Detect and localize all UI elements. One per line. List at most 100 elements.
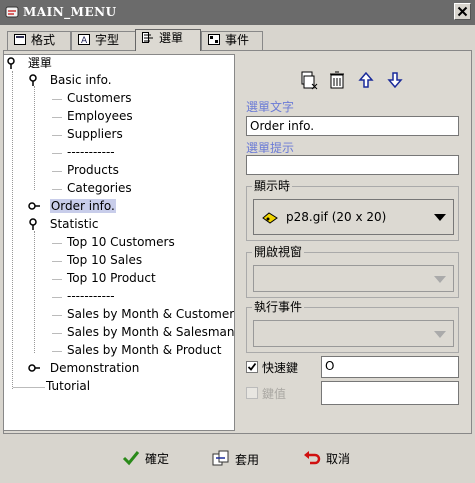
tree-item-label: Products (67, 163, 119, 177)
tree-connector (52, 117, 62, 118)
tree-item-statistic[interactable]: Statistic (28, 216, 98, 233)
tree-item-label: Sales by Month & Product (67, 343, 222, 357)
tree-item-top10-sales[interactable]: Top 10 Sales (67, 252, 142, 269)
tree-root-label: 選單 (27, 56, 52, 70)
collapsed-handle-icon (28, 202, 40, 210)
ok-label: 確定 (145, 452, 170, 466)
window-title: MAIN_MENU (23, 5, 117, 19)
tree-root[interactable]: 選單 (6, 55, 52, 72)
tree-connector (52, 243, 62, 244)
display-group-label: 顯示時 (252, 179, 293, 193)
tree-item-separator[interactable]: ----------- (67, 144, 115, 161)
tree-item-top10-product[interactable]: Top 10 Product (67, 270, 156, 287)
tree-item-label: Top 10 Customers (67, 235, 175, 249)
tree-item-suppliers[interactable]: Suppliers (67, 126, 123, 143)
exec-event-group: 執行事件 (246, 300, 459, 353)
key-value-checkbox[interactable] (246, 387, 258, 399)
tree-item-separator[interactable]: ----------- (67, 288, 115, 305)
tree-item-order-info[interactable]: Order info. (28, 198, 116, 215)
checkmark-icon (122, 451, 140, 466)
tree-item-basic-info[interactable]: Basic info. (28, 72, 112, 89)
tab-event[interactable]: 事件 (201, 31, 263, 50)
tree-connector (52, 261, 62, 262)
image-file-icon (262, 212, 278, 224)
apply-label: 套用 (235, 453, 260, 467)
tab-format-label: 格式 (31, 33, 56, 47)
tree-item-label: Customers (67, 91, 132, 105)
tree-connector (52, 99, 62, 100)
menu-text-field[interactable]: Order info. (246, 116, 459, 136)
tree-item-tutorial[interactable]: Tutorial (46, 378, 90, 395)
tree-connector (52, 315, 62, 316)
tab-menu[interactable]: 選單 (135, 29, 201, 51)
key-value-field[interactable] (321, 381, 459, 405)
tree-item-label: Top 10 Sales (67, 253, 143, 267)
apply-button[interactable]: 套用 (212, 449, 259, 469)
dropdown-arrow-icon (434, 330, 446, 338)
tree-item-customers[interactable]: Customers (67, 90, 132, 107)
checkmark-icon (247, 362, 257, 371)
collapsed-handle-icon (28, 364, 40, 372)
shortcut-checkbox[interactable] (246, 361, 258, 373)
display-image-select[interactable]: p28.gif (20 x 20) (253, 199, 454, 235)
menu-hint-label: 選單提示 (246, 141, 295, 155)
tab-event-label: 事件 (225, 33, 250, 47)
expanded-handle-icon (29, 218, 37, 230)
tree-item-employees[interactable]: Employees (67, 108, 133, 125)
format-icon (14, 34, 26, 45)
app-icon (5, 6, 19, 18)
tree-item-label: Order info. (49, 199, 116, 213)
tree-guide-line (34, 86, 35, 190)
tree-item-products[interactable]: Products (67, 162, 119, 179)
menu-tree[interactable]: 選單 Basic info. Customers Employees Suppl… (3, 54, 235, 431)
open-window-select[interactable] (253, 265, 454, 292)
tree-item-sales-month-product[interactable]: Sales by Month & Product (67, 342, 221, 359)
tree-item-top10-customers[interactable]: Top 10 Customers (67, 234, 175, 251)
tree-connector (52, 351, 62, 352)
apply-icon (212, 450, 229, 466)
display-image-value: p28.gif (20 x 20) (286, 210, 387, 224)
exec-event-select[interactable] (253, 320, 454, 347)
expanded-handle-icon (7, 57, 15, 69)
move-down-icon[interactable] (385, 70, 405, 90)
tab-font[interactable]: A 字型 (71, 31, 136, 50)
tree-connector (52, 171, 62, 172)
tab-menu-label: 選單 (159, 31, 184, 45)
tree-guide-line (34, 231, 35, 353)
move-up-icon[interactable] (356, 70, 376, 90)
tree-item-label: Sales by Month & Customer (67, 307, 235, 321)
event-icon (208, 34, 220, 45)
tab-font-label: 字型 (95, 33, 120, 47)
font-icon: A (78, 34, 90, 45)
delete-icon[interactable] (327, 70, 347, 90)
tree-item-label: Tutorial (46, 379, 91, 393)
undo-arrow-icon (304, 451, 321, 465)
tree-item-label: Suppliers (67, 127, 123, 141)
open-window-group: 開啟視窗 (246, 245, 459, 298)
cancel-label: 取消 (326, 452, 351, 466)
menu-text-label: 選單文字 (246, 100, 295, 114)
tree-item-label: Top 10 Product (67, 271, 156, 285)
tree-connector (13, 387, 45, 388)
display-group: 顯示時 p28.gif (20 x 20) (246, 179, 459, 241)
menu-hint-field[interactable] (246, 155, 459, 175)
tab-format[interactable]: 格式 (7, 31, 71, 50)
dropdown-arrow-icon (434, 214, 446, 221)
dropdown-arrow-icon (434, 275, 446, 283)
add-item-icon[interactable] (299, 70, 319, 90)
tree-item-demonstration[interactable]: Demonstration (28, 360, 139, 377)
tree-item-sales-month-salesman[interactable]: Sales by Month & Salesman (67, 324, 234, 341)
tree-item-label: Categories (67, 181, 132, 195)
shortcut-field[interactable]: O (321, 356, 459, 378)
tree-connector (52, 189, 62, 190)
expanded-handle-icon (29, 74, 37, 86)
close-button[interactable] (454, 3, 471, 20)
title-bar: MAIN_MENU (0, 0, 475, 25)
ok-button[interactable]: 確定 (122, 449, 169, 469)
tree-item-categories[interactable]: Categories (67, 180, 132, 197)
exec-event-label: 執行事件 (252, 300, 305, 314)
cancel-button[interactable]: 取消 (303, 449, 350, 469)
tree-item-sales-month-customer[interactable]: Sales by Month & Customer (67, 306, 234, 323)
tree-item-label: Basic info. (49, 73, 112, 87)
tree-item-label: Sales by Month & Salesman (67, 325, 235, 339)
